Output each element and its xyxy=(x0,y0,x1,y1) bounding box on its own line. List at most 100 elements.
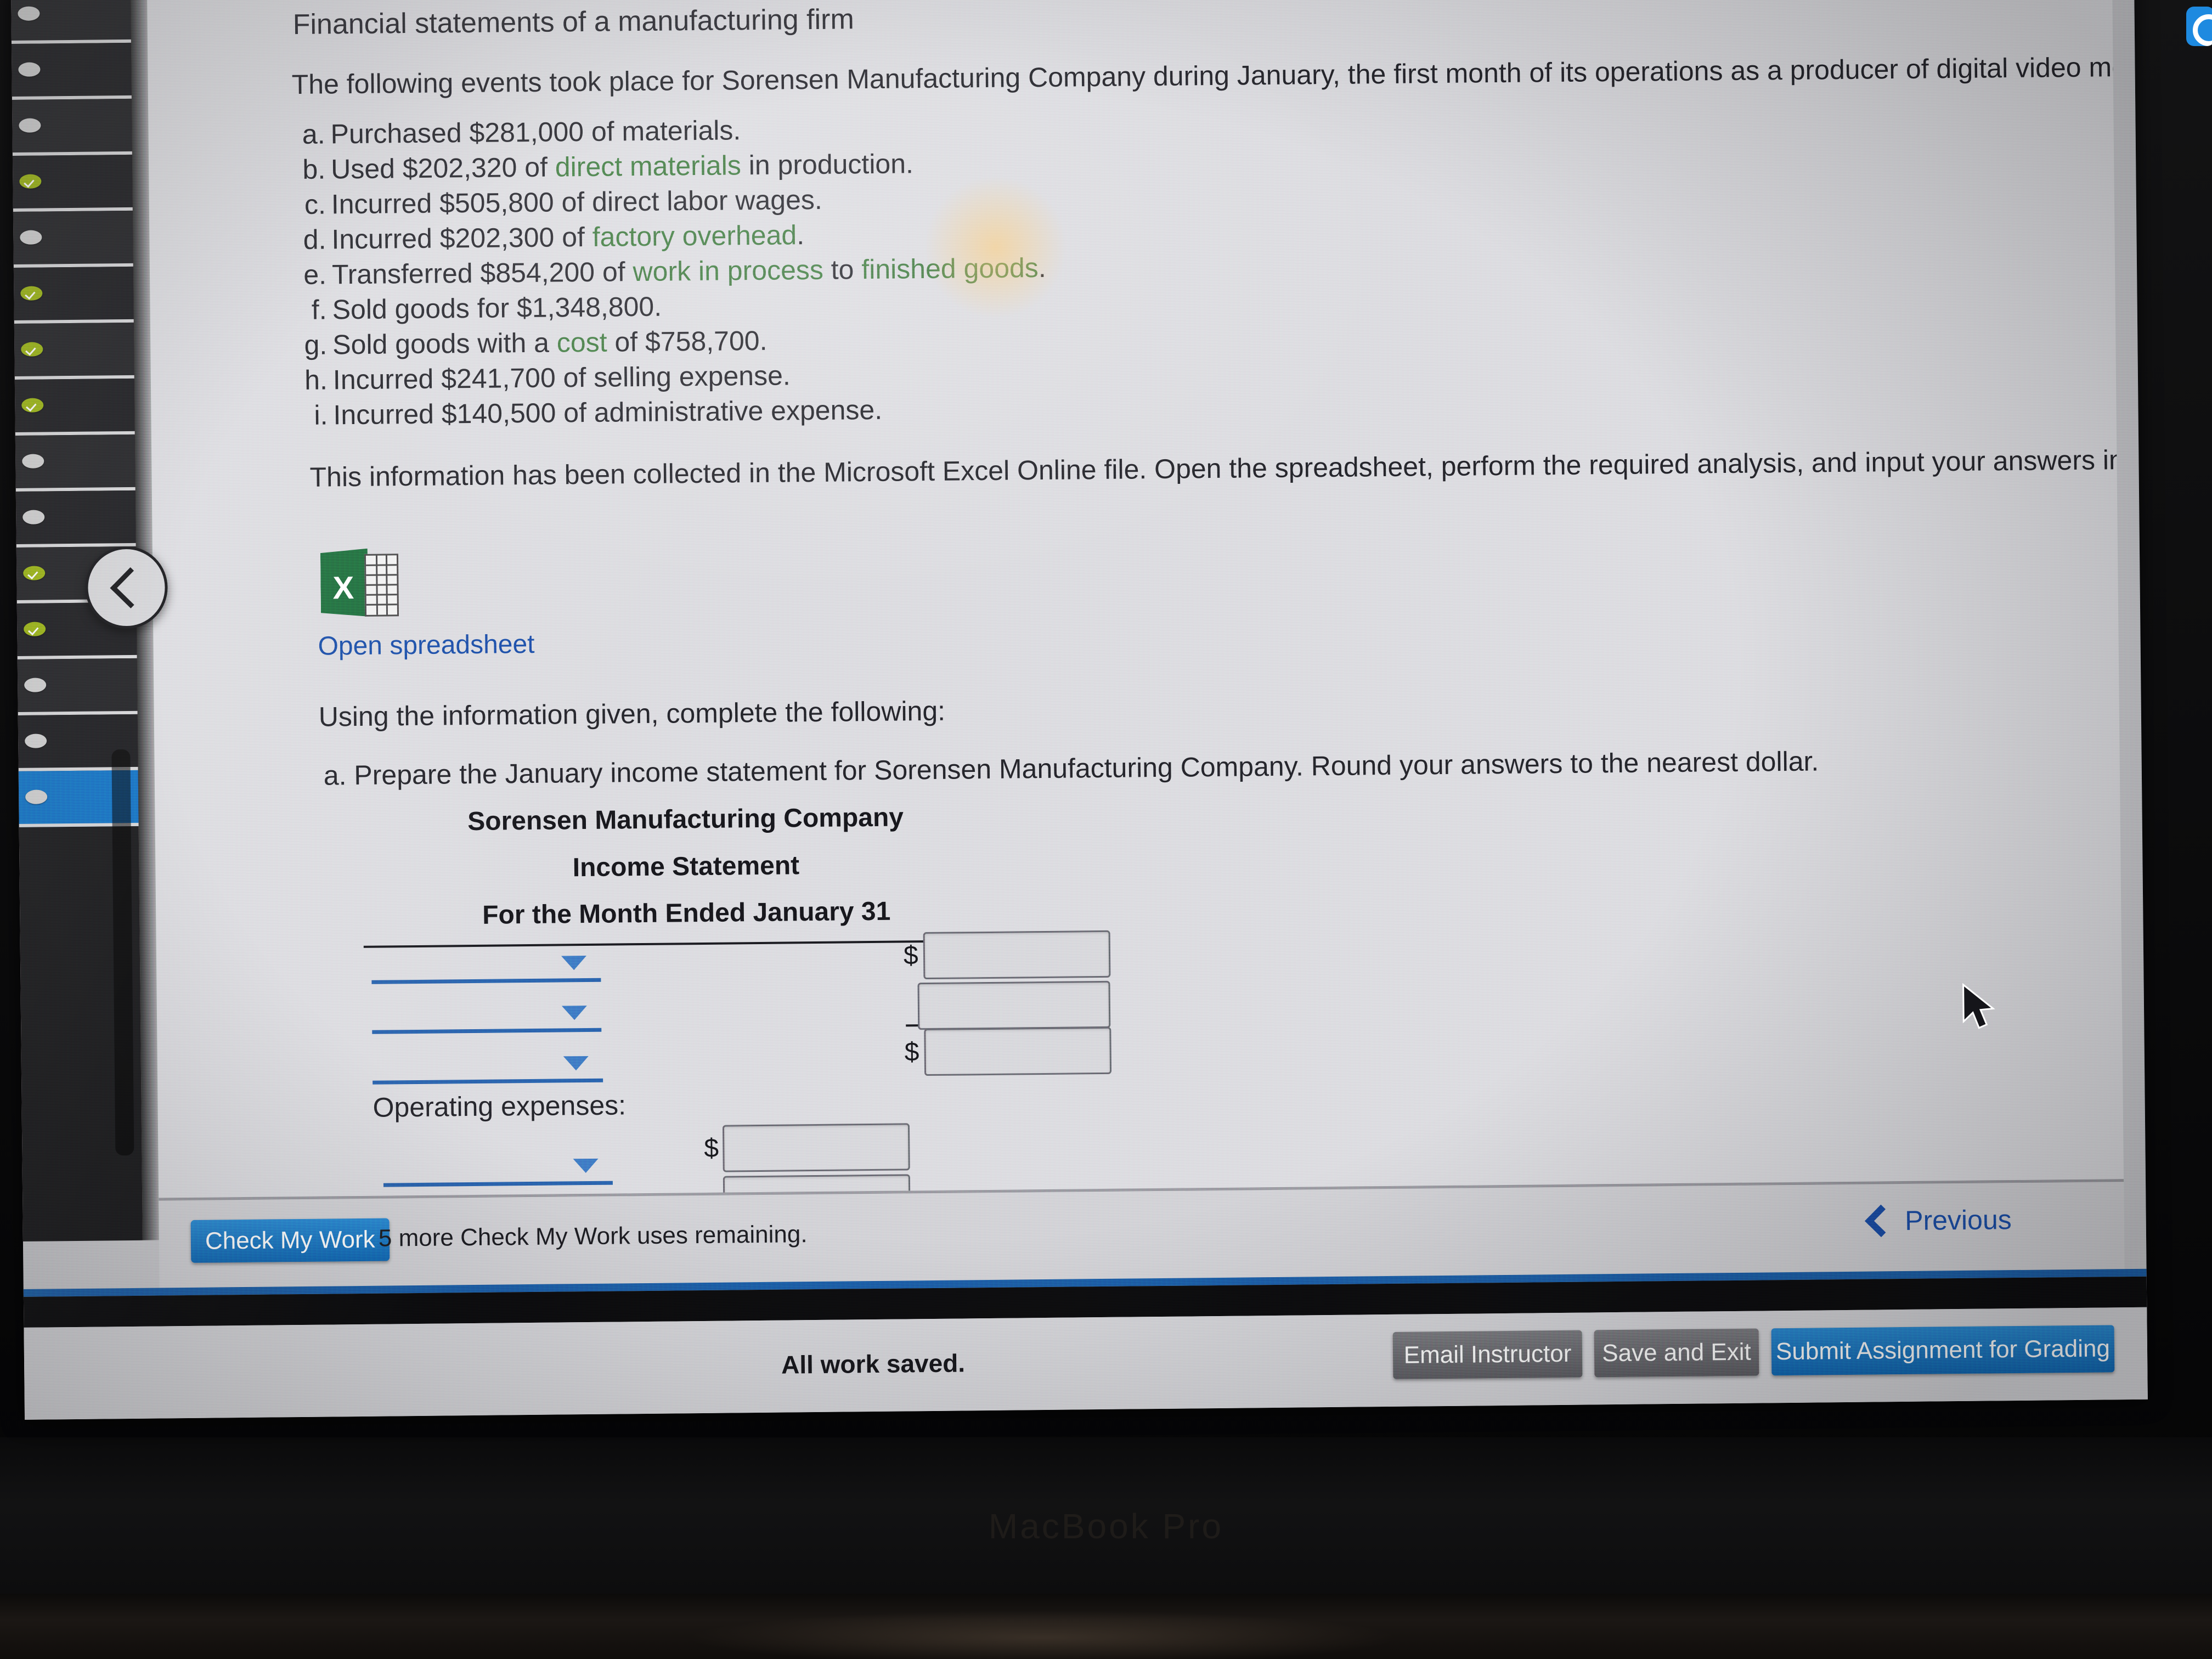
event-text: Sold goods with a xyxy=(332,327,557,360)
events-list: a. Purchased $281,000 of materials. b. Used… xyxy=(296,110,1047,433)
event-label: d. xyxy=(303,224,326,255)
excel-icon-sheet: X xyxy=(320,549,368,617)
chevron-left-icon xyxy=(110,567,151,608)
event-text: . xyxy=(1038,252,1046,284)
amount-input-1[interactable] xyxy=(923,930,1111,980)
sidebar-item-13[interactable] xyxy=(17,658,138,715)
excel-icon-grid xyxy=(364,554,399,617)
status-circle-icon xyxy=(24,678,47,692)
event-text: in production. xyxy=(741,148,914,181)
sidebar-item-1[interactable] xyxy=(11,0,131,44)
desk-reflection xyxy=(686,1610,1399,1659)
save-status-text: All work saved. xyxy=(781,1348,966,1379)
check-my-work-uses-note: 5 more Check My Work uses remaining. xyxy=(378,1221,808,1252)
expense-line-select-1[interactable] xyxy=(383,1141,613,1187)
event-item: e. Transferred $854,200 of work in proces… xyxy=(298,250,1046,292)
currency-symbol-3: $ xyxy=(904,1037,919,1067)
event-text: Incurred $202,300 of xyxy=(331,221,593,255)
statement-period: For the Month Ended January 31 xyxy=(482,896,891,930)
event-text: Incurred $505,800 of direct labor wages. xyxy=(331,184,823,220)
chevron-down-icon xyxy=(561,1006,588,1020)
sidebar-item-10[interactable] xyxy=(15,490,136,548)
event-label: i. xyxy=(314,399,328,431)
amount-input-2[interactable] xyxy=(917,980,1111,1030)
event-label: b. xyxy=(302,154,326,185)
collapse-panel-button[interactable] xyxy=(84,546,168,629)
event-label: f. xyxy=(311,294,327,325)
check-circle-icon xyxy=(21,342,43,357)
check-my-work-button[interactable]: Check My Work xyxy=(190,1218,390,1263)
previous-button[interactable]: Previous xyxy=(1865,1204,2012,1238)
select-underline xyxy=(371,978,601,984)
event-text: Transferred $854,200 of xyxy=(331,256,633,290)
excel-note: This information has been collected in t… xyxy=(309,442,2124,493)
status-circle-icon xyxy=(20,230,42,245)
dock-app-icon[interactable] xyxy=(2186,7,2212,46)
chevron-down-icon xyxy=(561,956,587,970)
event-item: i. Incurred $140,500 of administrative ex… xyxy=(299,391,1047,433)
save-and-exit-button[interactable]: Save and Exit xyxy=(1594,1328,1759,1378)
glossary-term-link[interactable]: work in process xyxy=(633,255,823,287)
part-a-text: a. Prepare the January income statement … xyxy=(323,746,1819,791)
sidebar-item-5[interactable] xyxy=(13,210,133,268)
sidebar-item-7[interactable] xyxy=(14,322,134,380)
status-circle-icon xyxy=(25,733,47,748)
sidebar-item-6[interactable] xyxy=(13,266,134,324)
event-text: Sold goods for $1,348,800. xyxy=(332,291,662,325)
statement-company-name: Sorensen Manufacturing Company xyxy=(467,803,904,837)
event-text: Used $202,320 of xyxy=(330,151,556,185)
income-line-select-3[interactable] xyxy=(372,1039,603,1085)
chevron-left-icon xyxy=(1865,1204,1898,1238)
event-text: to xyxy=(823,254,862,285)
income-line-select-1[interactable] xyxy=(371,938,601,984)
currency-symbol-1: $ xyxy=(903,941,918,970)
submit-assignment-button[interactable]: Submit Assignment for Grading xyxy=(1771,1325,2115,1376)
select-underline xyxy=(372,1028,602,1034)
event-text: Incurred $241,700 of selling expense. xyxy=(332,360,791,396)
macbook-pro-label: MacBook Pro xyxy=(988,1506,1224,1546)
laptop-screen: Financial statements of a manufacturing … xyxy=(11,0,2148,1420)
expense-amount-input-1[interactable] xyxy=(722,1123,910,1172)
event-label: h. xyxy=(304,364,328,396)
check-circle-icon xyxy=(24,622,46,636)
status-circle-icon xyxy=(18,6,40,21)
select-underline xyxy=(383,1181,613,1187)
amount-input-3[interactable] xyxy=(924,1026,1112,1076)
event-text: of $758,700. xyxy=(607,325,768,358)
email-instructor-button[interactable]: Email Instructor xyxy=(1392,1330,1583,1379)
currency-symbol-4: $ xyxy=(704,1133,719,1163)
status-circle-icon xyxy=(25,789,48,804)
glossary-term-link[interactable]: direct materials xyxy=(555,150,742,182)
sidebar-item-2[interactable] xyxy=(11,42,132,100)
sidebar-item-9[interactable] xyxy=(15,434,136,492)
check-circle-icon xyxy=(20,286,43,301)
event-label: g. xyxy=(304,329,328,360)
chevron-down-icon xyxy=(563,1056,589,1071)
event-text: . xyxy=(796,219,805,251)
glossary-term-link[interactable]: finished goods xyxy=(861,252,1039,285)
check-circle-icon xyxy=(23,566,46,580)
previous-label: Previous xyxy=(1904,1204,2012,1236)
open-spreadsheet-link[interactable]: Open spreadsheet xyxy=(318,629,534,662)
glossary-term-link[interactable]: factory overhead xyxy=(592,219,797,252)
check-circle-icon xyxy=(19,174,42,189)
sidebar-item-4[interactable] xyxy=(12,154,133,212)
sidebar-item-8[interactable] xyxy=(14,378,135,436)
check-circle-icon xyxy=(21,398,44,413)
select-underline xyxy=(373,1078,603,1085)
sidebar-item-3[interactable] xyxy=(12,98,132,156)
status-circle-icon xyxy=(22,454,44,469)
chevron-down-icon xyxy=(573,1158,599,1173)
event-label: a. xyxy=(302,119,325,150)
instruction-text: Using the information given, complete th… xyxy=(318,695,946,732)
status-circle-icon xyxy=(22,510,45,524)
glossary-term-link[interactable]: cost xyxy=(557,327,607,358)
page-title: Financial statements of a manufacturing … xyxy=(292,3,855,41)
event-label: e. xyxy=(303,259,327,290)
event-text: Incurred $140,500 of administrative expe… xyxy=(333,394,883,431)
rail-scrollbar[interactable] xyxy=(111,749,134,1156)
question-card: Financial statements of a manufacturing … xyxy=(146,0,2124,1243)
excel-file-icon[interactable]: X xyxy=(320,544,399,621)
income-line-select-2[interactable] xyxy=(372,988,602,1034)
question-intro: The following events took place for Sore… xyxy=(291,50,2124,100)
